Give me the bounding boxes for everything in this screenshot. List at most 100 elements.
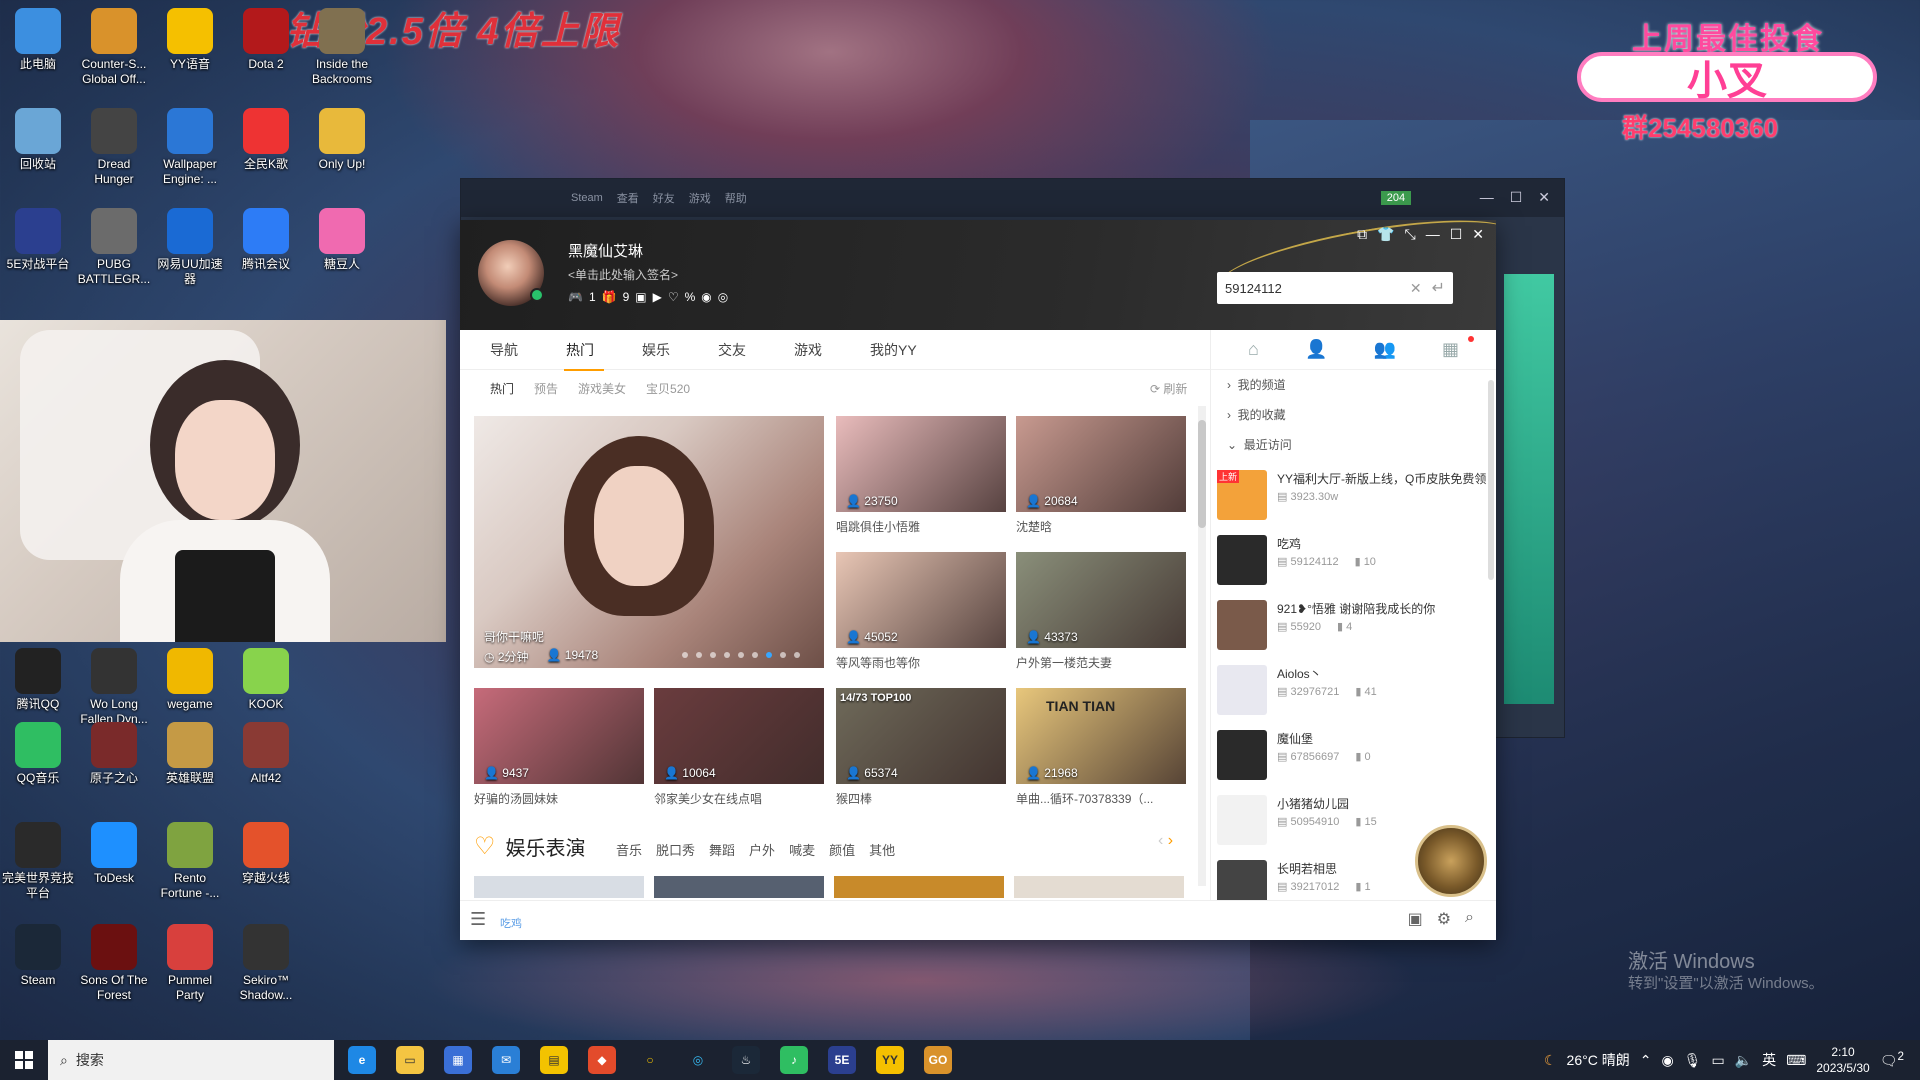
desktop-icon[interactable]: KOOK	[229, 648, 303, 712]
subtab-hot[interactable]: 热门	[490, 380, 514, 397]
coin-icon[interactable]: ◉	[701, 290, 711, 304]
chevron-left-icon[interactable]: ‹	[1158, 832, 1163, 849]
preview-thumb[interactable]	[834, 876, 1004, 898]
tab-entertainment[interactable]: 娱乐	[642, 330, 718, 370]
heart-icon[interactable]: ♡	[668, 290, 679, 304]
skin-icon[interactable]: 👕	[1377, 226, 1394, 243]
live-caption[interactable]: 单曲...循环-70378339（...	[1016, 790, 1186, 807]
subtab-preview[interactable]: 预告	[534, 380, 558, 397]
apps-icon[interactable]: ▦	[1442, 339, 1459, 360]
desktop-icon[interactable]: Altf42	[229, 722, 303, 786]
desktop-icon[interactable]: wegame	[153, 648, 227, 712]
preview-thumb[interactable]	[474, 876, 644, 898]
steam-taskbar-icon[interactable]: ♨	[732, 1046, 760, 1074]
live-caption[interactable]: 唱跳俱佳小悟雅	[836, 518, 1006, 535]
desktop-icon[interactable]: Rento Fortune -...	[153, 822, 227, 901]
desktop-icon[interactable]: 回收站	[1, 108, 75, 172]
live-card[interactable]: 👤 65374 猴四棒 14/73 TOP100	[836, 688, 1006, 808]
live-card[interactable]: 👤 45052 等风等雨也等你	[836, 552, 1006, 672]
shrink-icon[interactable]: ⤡	[1405, 226, 1416, 243]
5e-taskbar-icon[interactable]: 5E	[828, 1046, 856, 1074]
desktop-icon[interactable]: Dread Hunger	[77, 108, 151, 187]
desktop-icon[interactable]: Wo Long Fallen Dyn...	[77, 648, 151, 727]
signature[interactable]: <单击此处输入签名>	[568, 266, 678, 283]
taskbar-search[interactable]: ⌕ 搜索	[48, 1040, 334, 1080]
desktop-icon[interactable]: 网易UU加速器	[153, 208, 227, 287]
circle-app-icon[interactable]: ○	[636, 1046, 664, 1074]
folder-my-favorites[interactable]: › 我的收藏	[1211, 400, 1496, 430]
gamepad-icon[interactable]: 🎮	[568, 290, 583, 304]
desktop-icon[interactable]: PUBG BATTLEGR...	[77, 208, 151, 287]
lol-rank-badge-icon[interactable]	[1415, 825, 1487, 897]
desktop-icon[interactable]: 此电脑	[1, 8, 75, 72]
recent-channel-item[interactable]: 吃鸡 ▤ 59124112 ▮ 10	[1211, 525, 1496, 590]
volume-icon[interactable]: 🔈	[1735, 1052, 1752, 1069]
live-caption[interactable]: 等风等雨也等你	[836, 654, 1006, 671]
uu-taskbar-icon[interactable]: ◎	[684, 1046, 712, 1074]
avatar[interactable]	[478, 240, 544, 306]
weather-icon[interactable]: ☾	[1544, 1052, 1557, 1069]
tab-nav[interactable]: 导航	[490, 330, 566, 370]
tray-app-icon[interactable]: ◉	[1661, 1052, 1673, 1069]
folder-my-channels[interactable]: › 我的频道	[1211, 370, 1496, 400]
notification-icon[interactable]: 🗨2	[1880, 1050, 1904, 1070]
live-caption[interactable]: 猴四棒	[836, 790, 1006, 807]
store-icon[interactable]: ▦	[444, 1046, 472, 1074]
vip-icon[interactable]: ▣	[635, 290, 646, 304]
scrollbar-thumb[interactable]	[1198, 420, 1206, 528]
minimize-icon[interactable]: —	[1426, 226, 1440, 243]
video-icon[interactable]: ▶	[653, 290, 662, 304]
keyboard-icon[interactable]: ⌨	[1786, 1052, 1806, 1069]
desktop-icon[interactable]: Counter-S... Global Off...	[77, 8, 151, 87]
tab-my-yy[interactable]: 我的YY	[870, 330, 946, 370]
mail-icon[interactable]: ✉	[492, 1046, 520, 1074]
subtab-game-girls[interactable]: 游戏美女	[578, 380, 626, 397]
target-icon[interactable]: ◎	[718, 290, 728, 304]
close-icon[interactable]: ✕	[1538, 189, 1550, 206]
live-caption[interactable]: 好骗的汤圆妹妹	[474, 790, 644, 807]
refresh-button[interactable]: ⟳ 刷新	[1150, 380, 1187, 397]
csgo-taskbar-icon[interactable]: GO	[924, 1046, 952, 1074]
tab-games[interactable]: 游戏	[794, 330, 870, 370]
chevron-right-icon[interactable]: ›	[1168, 832, 1173, 849]
menu-icon[interactable]: ☰	[470, 909, 486, 930]
live-card[interactable]: 👤 10064 邻家美少女在线点唱	[654, 688, 824, 808]
section-link[interactable]: 音乐	[616, 840, 642, 859]
desktop-icon[interactable]: Sekiro™ Shadow...	[229, 924, 303, 1003]
tab-social[interactable]: 交友	[718, 330, 794, 370]
section-link[interactable]: 舞蹈	[709, 840, 735, 859]
desktop-icon[interactable]: Inside the Backrooms	[305, 8, 379, 87]
user-icon[interactable]: 👤	[1305, 339, 1327, 360]
preview-thumb[interactable]	[654, 876, 824, 898]
live-caption[interactable]: 邻家美少女在线点唱	[654, 790, 824, 807]
close-icon[interactable]: ✕	[1472, 226, 1484, 243]
folder-recent[interactable]: ⌄ 最近访问	[1211, 430, 1496, 460]
video-record-icon[interactable]: ▣	[1408, 909, 1423, 929]
game-app-icon[interactable]: ◆	[588, 1046, 616, 1074]
desktop-icon[interactable]: YY语音	[153, 8, 227, 72]
start-button[interactable]	[0, 1040, 48, 1080]
desktop-icon[interactable]: 腾讯QQ	[1, 648, 75, 712]
section-link[interactable]: 喊麦	[789, 840, 815, 859]
enter-icon[interactable]: ↵	[1432, 278, 1445, 298]
live-card[interactable]: 👤 43373 户外第一楼范夫妻	[1016, 552, 1186, 672]
section-link[interactable]: 颜值	[829, 840, 855, 859]
gift-icon[interactable]: 🎁	[602, 290, 617, 304]
home-icon[interactable]: ⌂	[1248, 339, 1259, 360]
desktop-icon[interactable]: 穿越火线	[229, 822, 303, 886]
live-card[interactable]: 👤 9437 好骗的汤圆妹妹	[474, 688, 644, 808]
desktop-icon[interactable]: Wallpaper Engine: ...	[153, 108, 227, 187]
network-icon[interactable]: ▭	[1711, 1052, 1724, 1069]
username[interactable]: 黑魔仙艾琳	[568, 240, 643, 261]
bottom-channel-link[interactable]: 吃鸡	[500, 915, 522, 931]
live-card[interactable]: 👤 21968 单曲...循环-70378339（... TIAN TIAN	[1016, 688, 1186, 808]
percent-icon[interactable]: %	[685, 290, 696, 304]
friends-icon[interactable]: 👥	[1373, 339, 1395, 360]
qqmusic-taskbar-icon[interactable]: ♪	[780, 1046, 808, 1074]
recent-channel-item[interactable]: 魔仙堡 ▤ 67856697 ▮ 0	[1211, 720, 1496, 785]
edge-icon[interactable]: e	[348, 1046, 376, 1074]
desktop-icon[interactable]: Sons Of The Forest	[77, 924, 151, 1003]
yy-back-menu-item[interactable]: 游戏	[689, 190, 711, 206]
maximize-icon[interactable]: ☐	[1450, 226, 1463, 243]
recent-channel-item[interactable]: Aiolos丶 ▤ 32976721 ▮ 41	[1211, 655, 1496, 720]
